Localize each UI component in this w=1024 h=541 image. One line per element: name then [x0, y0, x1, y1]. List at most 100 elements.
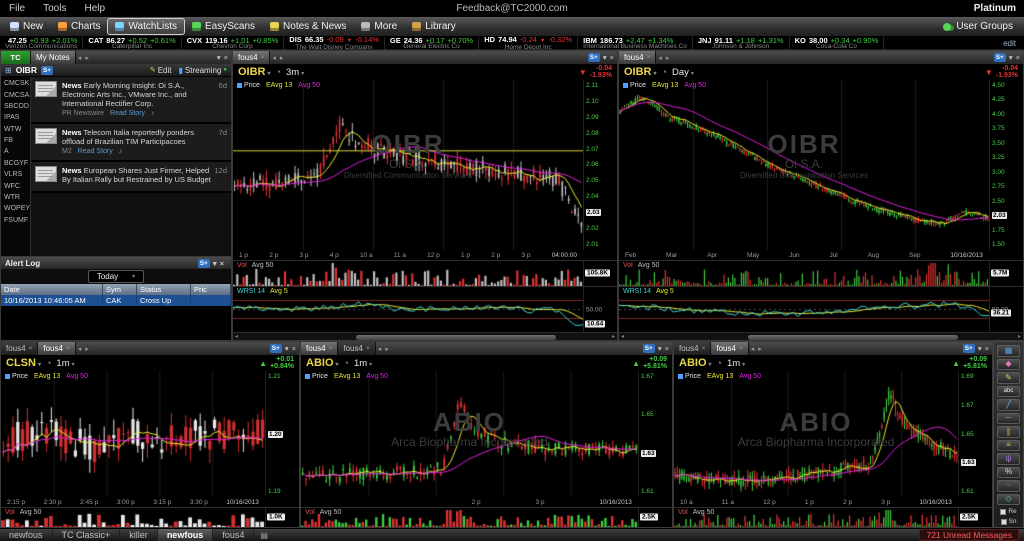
- edit-ticker-link[interactable]: edit: [995, 37, 1024, 49]
- time-axis[interactable]: 2:15 p 2:30 p 2:45 p 3:00 p 3:15 p 3:30 p 10/1…: [1, 497, 299, 507]
- close-panel-icon[interactable]: ×: [665, 344, 669, 353]
- avg-legend[interactable]: Avg 50: [366, 373, 388, 380]
- layout-tab[interactable]: newfous: [0, 529, 53, 541]
- volume-axis[interactable]: 1.0K: [265, 508, 299, 527]
- timeframe-dropdown[interactable]: 1m ▾: [56, 358, 74, 369]
- pitchfork-icon[interactable]: ψ: [997, 453, 1020, 465]
- styles-icon[interactable]: ▦: [997, 345, 1020, 357]
- ticker-item[interactable]: CAT 86.27 +0.52 +0.61% Caterpillar Inc: [83, 37, 182, 49]
- ema-legend[interactable]: EAvg 13: [334, 373, 360, 380]
- layout-grid-icon[interactable]: ⊞: [5, 66, 12, 75]
- ticker-item[interactable]: GE 24.36 +0.17 +0.70% General Electric Co: [385, 37, 480, 49]
- read-story-link[interactable]: Read Story: [110, 110, 145, 117]
- streamer-badge[interactable]: S+: [40, 65, 54, 75]
- watchlist-symbol[interactable]: WTW: [1, 124, 30, 135]
- close-tab-icon[interactable]: ×: [329, 345, 333, 352]
- new-layout-icon[interactable]: ▤: [254, 529, 274, 541]
- column-header[interactable]: Date: [1, 284, 103, 295]
- wrsi-axis[interactable]: 50.0036.21: [989, 287, 1023, 332]
- time-axis[interactable]: 2 p 3 p 10/16/2013: [301, 497, 672, 507]
- price-legend[interactable]: Price: [623, 82, 646, 89]
- price-chart[interactable]: Price EAvg 13 Avg 50 OIBR Oi S.A. Diversified…: [619, 80, 989, 250]
- scroll-left-icon[interactable]: ◂: [621, 333, 624, 340]
- watchlist-symbol[interactable]: BCGYF: [1, 158, 30, 169]
- prev-tab-icon[interactable]: ◂: [749, 342, 757, 355]
- speaker-icon[interactable]: ♪: [119, 148, 123, 155]
- prev-tab-icon[interactable]: ◂: [656, 51, 664, 64]
- scroll-right-icon[interactable]: ▸: [612, 333, 615, 340]
- column-header[interactable]: Pric: [191, 284, 231, 295]
- unread-messages[interactable]: 721 Unread Messages: [919, 529, 1019, 541]
- price-chart[interactable]: Price EAvg 13 Avg 50 OIBR Oi S.A. Diversified…: [233, 80, 583, 250]
- ticker-item[interactable]: 47.25 +0.93 +2.01% Verizon Communications: [0, 37, 84, 49]
- volume-axis[interactable]: 5.7M: [989, 261, 1023, 286]
- streaming-toggle[interactable]: ▮ Streaming ●: [179, 66, 228, 75]
- close-tab-icon[interactable]: ×: [647, 54, 651, 61]
- price-chart[interactable]: Price EAvg 13 Avg 50 ABIO Arca Biopharma Inc…: [301, 371, 638, 497]
- volume-axis[interactable]: 105.8K: [583, 261, 617, 286]
- marker-icon[interactable]: ◇: [997, 493, 1020, 505]
- scroll-right-icon[interactable]: ▸: [1018, 333, 1021, 340]
- avg-legend[interactable]: Avg 50: [66, 373, 88, 380]
- streamer-badge[interactable]: S+: [269, 344, 282, 353]
- ticker-item[interactable]: DIS 66.35 -0.09 ▼ -0.14% The Walt Disney Comp…: [284, 37, 385, 49]
- close-panel-icon[interactable]: ×: [220, 259, 224, 268]
- close-tab-icon[interactable]: ×: [66, 345, 70, 352]
- tab-my-notes[interactable]: My Notes: [31, 51, 76, 64]
- menu-tools[interactable]: Tools: [34, 0, 75, 17]
- ema-legend[interactable]: EAvg 13: [652, 82, 678, 89]
- streamer-badge[interactable]: S+: [962, 344, 975, 353]
- panel-menu-icon[interactable]: ▾: [603, 53, 607, 62]
- news-item[interactable]: 6d News Early Morning Insight: Oi S.A., E…: [31, 77, 231, 124]
- close-panel-icon[interactable]: ×: [224, 53, 228, 62]
- timeframe-dropdown[interactable]: 1m ▾: [354, 358, 372, 369]
- trendline-icon[interactable]: ╱: [997, 399, 1020, 411]
- layout-tab[interactable]: killer: [120, 529, 158, 541]
- price-axis[interactable]: 4.50 4.25 4.00 3.75 3.50 3.25 3.00 2.75 2.50 2.03…: [989, 80, 1023, 250]
- timeframe-dropdown[interactable]: 1m ▾: [727, 358, 745, 369]
- ema-legend[interactable]: EAvg 13: [34, 373, 60, 380]
- timeframe-dropdown[interactable]: 3m ▾: [286, 67, 304, 78]
- streamer-badge[interactable]: S+: [993, 53, 1006, 62]
- streamer-badge[interactable]: S+: [197, 258, 210, 268]
- close-tab-icon[interactable]: ×: [702, 345, 706, 352]
- watchlist-symbol[interactable]: FSUMF: [1, 215, 30, 226]
- symbol-dropdown[interactable]: ABIO ▾: [306, 357, 339, 369]
- notes-symbol[interactable]: OIBR: [16, 65, 37, 75]
- vol-avg-legend[interactable]: Avg 50: [320, 509, 342, 516]
- watchlist-symbol[interactable]: CMCSA: [1, 89, 30, 100]
- close-panel-icon[interactable]: ×: [292, 344, 296, 353]
- eraser-icon[interactable]: ◆: [997, 358, 1020, 370]
- price-chart[interactable]: Price EAvg 13 Avg 50: [1, 371, 265, 497]
- panel-menu-icon[interactable]: ▾: [1009, 53, 1013, 62]
- panel-menu-icon[interactable]: ▾: [217, 53, 221, 62]
- layout-tab[interactable]: fous4: [213, 529, 255, 541]
- tc-logo[interactable]: TC: [1, 51, 31, 64]
- panel-tab[interactable]: fous4 ×: [301, 342, 339, 355]
- streamer-badge[interactable]: S+: [587, 53, 600, 62]
- symbol-dropdown[interactable]: ABIO ▾: [679, 357, 712, 369]
- close-panel-icon[interactable]: ×: [610, 53, 614, 62]
- pencil-icon[interactable]: ✎: [997, 372, 1020, 384]
- price-axis[interactable]: 1.67 1.65 1.63 1.61: [638, 371, 672, 497]
- panel-tab[interactable]: fous4 ×: [1, 342, 39, 355]
- re-toggle[interactable]: Re: [1000, 508, 1017, 515]
- wrsi-axis[interactable]: 50.00 10.64: [583, 287, 617, 332]
- panel-tab[interactable]: fous4 ×: [338, 342, 376, 355]
- prev-tab-icon[interactable]: ◂: [76, 51, 84, 64]
- time-axis[interactable]: 10 a 11 a 12 p 1 p 2 p 3 p 10/16/2013: [674, 497, 992, 507]
- scrollbar-thumb[interactable]: [355, 334, 556, 340]
- price-chart[interactable]: Price EAvg 13 Avg 50 ABIO Arca Biopharma Inc…: [674, 371, 958, 497]
- toolbar-button-charts[interactable]: Charts: [51, 19, 107, 34]
- watchlist-symbol[interactable]: WOPEY: [1, 203, 30, 214]
- vol-legend[interactable]: Vol: [623, 262, 633, 269]
- zigzag-icon[interactable]: ~: [997, 480, 1020, 492]
- symbol-dropdown[interactable]: OIBR ▾: [624, 66, 657, 78]
- panel-tab[interactable]: fous4 ×: [38, 342, 76, 355]
- fibonacci-icon[interactable]: ≡: [997, 439, 1020, 451]
- toolbar-button-notes-news[interactable]: Notes & News: [263, 19, 353, 34]
- volume-chart[interactable]: Vol Avg 50: [619, 261, 989, 286]
- next-tab-icon[interactable]: ▸: [83, 51, 91, 64]
- wrsi-legend[interactable]: WRSI 14: [237, 288, 265, 295]
- wrsi-chart[interactable]: WRSI 14 Avg 5: [619, 287, 989, 332]
